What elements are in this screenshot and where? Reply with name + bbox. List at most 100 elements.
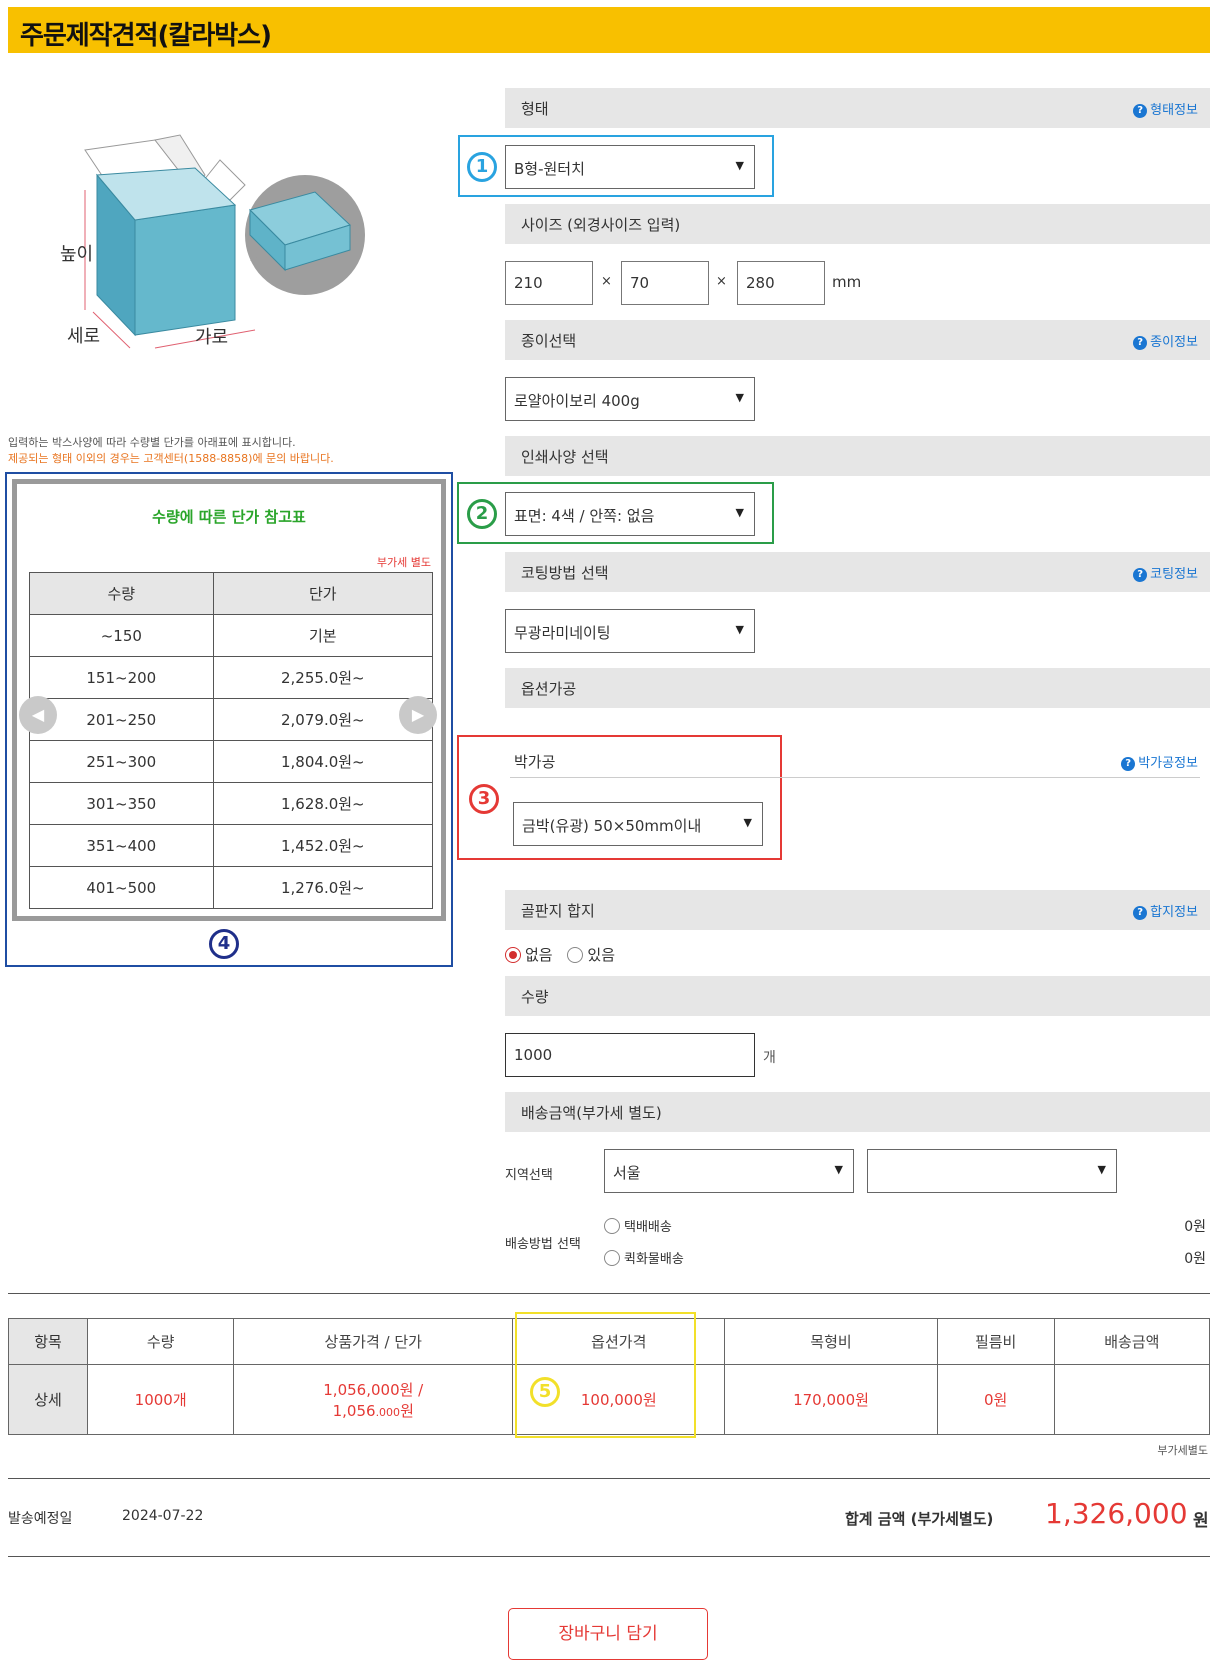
summary-header-item: 항목: [8, 1318, 88, 1365]
price-line2: 1,056: [332, 1401, 376, 1420]
section-option-label: 옵션가공: [521, 680, 577, 698]
width-input[interactable]: 210: [505, 261, 593, 305]
times-sign: ×: [716, 274, 727, 289]
cell-qty: 151~200: [29, 656, 214, 699]
table-row: 201~250 2,079.0원~: [29, 698, 434, 741]
info-note: 입력하는 박스사양에 따라 수량별 단가를 아래표에 표시합니다.: [8, 436, 296, 449]
dropdown-arrow-icon: ▼: [743, 816, 752, 829]
paper-info-link[interactable]: ? 종이정보: [1133, 331, 1198, 350]
price-reference-box: 수량에 따른 단가 참고표 부가세 별도 수량 단가 ~150 기본 151~20…: [12, 479, 446, 921]
cell-qty: ~150: [29, 614, 214, 657]
reference-title: 수량에 따른 단가 참고표: [152, 508, 306, 526]
page-title: 주문제작견적(칼라박스): [20, 21, 272, 51]
cell-qty: 301~350: [29, 782, 214, 825]
total-label: 합계 금액 (부가세별도): [845, 1510, 994, 1528]
paper-select[interactable]: 로얄아이보리 400g ▼: [505, 377, 755, 421]
radio-yes-label: 있음: [587, 946, 615, 964]
shape-info-link[interactable]: ? 형태정보: [1133, 99, 1198, 118]
coating-info-text: 코팅정보: [1150, 567, 1198, 582]
section-coating-label: 코팅방법 선택: [521, 564, 609, 582]
cell-qty: 401~500: [29, 866, 214, 909]
box-diagram-image: [84, 134, 365, 349]
total-unit: 원: [1193, 1511, 1209, 1531]
marker-3: 3: [469, 784, 499, 814]
shape-select-value: B형-원터치: [514, 160, 585, 178]
radio-none-label: 없음: [525, 946, 553, 964]
coating-info-link[interactable]: ? 코팅정보: [1133, 563, 1198, 582]
method-parcel[interactable]: 택배배송: [604, 1216, 672, 1235]
coating-select-value: 무광라미네이팅: [514, 624, 611, 642]
region-label: 지역선택: [505, 1168, 553, 1183]
cell-price: 1,276.0원~: [212, 866, 434, 909]
ship-date-value: 2024-07-22: [122, 1508, 204, 1524]
section-size-label: 사이즈 (외경사이즈 입력): [521, 216, 681, 234]
shape-select[interactable]: B형-원터치 ▼: [505, 145, 755, 189]
header-unit-price: 단가: [212, 572, 434, 615]
summary-header-ship: 배송금액: [1053, 1318, 1211, 1365]
divider: [8, 1293, 1210, 1294]
section-print-label: 인쇄사양 선택: [521, 448, 609, 466]
method-parcel-label: 택배배송: [624, 1220, 672, 1235]
price-line2-decimal: .000: [375, 1405, 401, 1419]
corrugated-info-link[interactable]: ? 합지정보: [1133, 901, 1198, 920]
corrugated-info-text: 합지정보: [1150, 905, 1198, 920]
summary-header-qty: 수량: [86, 1318, 235, 1365]
page-header: 주문제작견적(칼라박스): [8, 7, 1210, 53]
foil-select[interactable]: 금박(유광) 50×50mm이내 ▼: [513, 802, 763, 846]
foil-info-link[interactable]: ? 박가공정보: [1121, 752, 1198, 771]
quantity-input[interactable]: 1000: [505, 1033, 755, 1077]
method-parcel-price: 0원: [1184, 1219, 1206, 1235]
radio-parcel-icon: [604, 1218, 620, 1234]
contact-note: 제공되는 형태 이외의 경우는 고객센터(1588-8858)에 문의 바랍니다…: [8, 452, 334, 465]
section-coating: 코팅방법 선택 ? 코팅정보: [505, 552, 1210, 592]
print-select[interactable]: 표면: 4색 / 안쪽: 없음 ▼: [505, 492, 755, 536]
depth-input[interactable]: 70: [621, 261, 709, 305]
section-size: 사이즈 (외경사이즈 입력): [505, 204, 1210, 244]
summary-mold: 170,000원: [724, 1364, 938, 1435]
price-line2-unit: 원: [400, 1401, 414, 1420]
method-quick-price: 0원: [1184, 1251, 1206, 1267]
radio-yes-icon: [567, 947, 584, 963]
cell-qty: 351~400: [29, 824, 214, 867]
add-to-cart-button[interactable]: 장바구니 담기: [508, 1608, 708, 1660]
cell-price: 기본: [212, 614, 434, 657]
section-shipping-label: 배송금액(부가세 별도): [521, 1104, 662, 1122]
summary-header-mold: 목형비: [724, 1318, 938, 1365]
foil-select-value: 금박(유광) 50×50mm이내: [522, 817, 702, 835]
coating-select[interactable]: 무광라미네이팅 ▼: [505, 609, 755, 653]
quantity-input-value: 1000: [514, 1046, 553, 1064]
question-icon: ?: [1133, 568, 1148, 582]
sub-region-select[interactable]: ▼: [867, 1149, 1117, 1193]
foil-divider: [510, 777, 1200, 778]
section-quantity-label: 수량: [521, 988, 549, 1006]
size-unit: mm: [832, 273, 862, 291]
foil-label: 박가공: [514, 753, 556, 771]
summary-vat-note: 부가세별도: [1157, 1444, 1208, 1457]
radio-yes[interactable]: 있음: [567, 946, 615, 964]
total-value: 1,326,000: [1045, 1497, 1188, 1530]
depth-label: 세로: [67, 326, 101, 347]
method-quick-label: 퀵화물배송: [624, 1252, 684, 1267]
section-corrugated-label: 골판지 합지: [521, 902, 595, 920]
shape-info-text: 형태정보: [1150, 103, 1198, 118]
section-option: 옵션가공: [505, 668, 1210, 708]
height-input[interactable]: 280: [737, 261, 825, 305]
summary-header-film: 필름비: [936, 1318, 1055, 1365]
summary-row-label: 상세: [8, 1364, 88, 1435]
question-icon: ?: [1121, 757, 1136, 771]
table-row: 401~500 1,276.0원~: [29, 866, 434, 909]
section-shape: 형태 ? 형태정보: [505, 88, 1210, 128]
corrugated-radio-group: 없음 있음: [505, 944, 615, 965]
cell-qty: 251~300: [29, 740, 214, 783]
summary-header-price: 상품가격 / 단가: [233, 1318, 514, 1365]
depth-input-value: 70: [630, 274, 650, 292]
radio-none[interactable]: 없음: [505, 946, 553, 964]
width-label: 가로: [195, 327, 229, 348]
method-quick[interactable]: 퀵화물배송: [604, 1248, 684, 1267]
section-paper: 종이선택 ? 종이정보: [505, 320, 1210, 360]
table-row: ~150 기본: [29, 614, 434, 657]
region-select[interactable]: 서울 ▼: [604, 1149, 854, 1193]
next-arrow-icon[interactable]: ▶: [399, 696, 437, 734]
summary-ship: [1053, 1364, 1211, 1435]
prev-arrow-icon[interactable]: ◀: [19, 696, 57, 734]
